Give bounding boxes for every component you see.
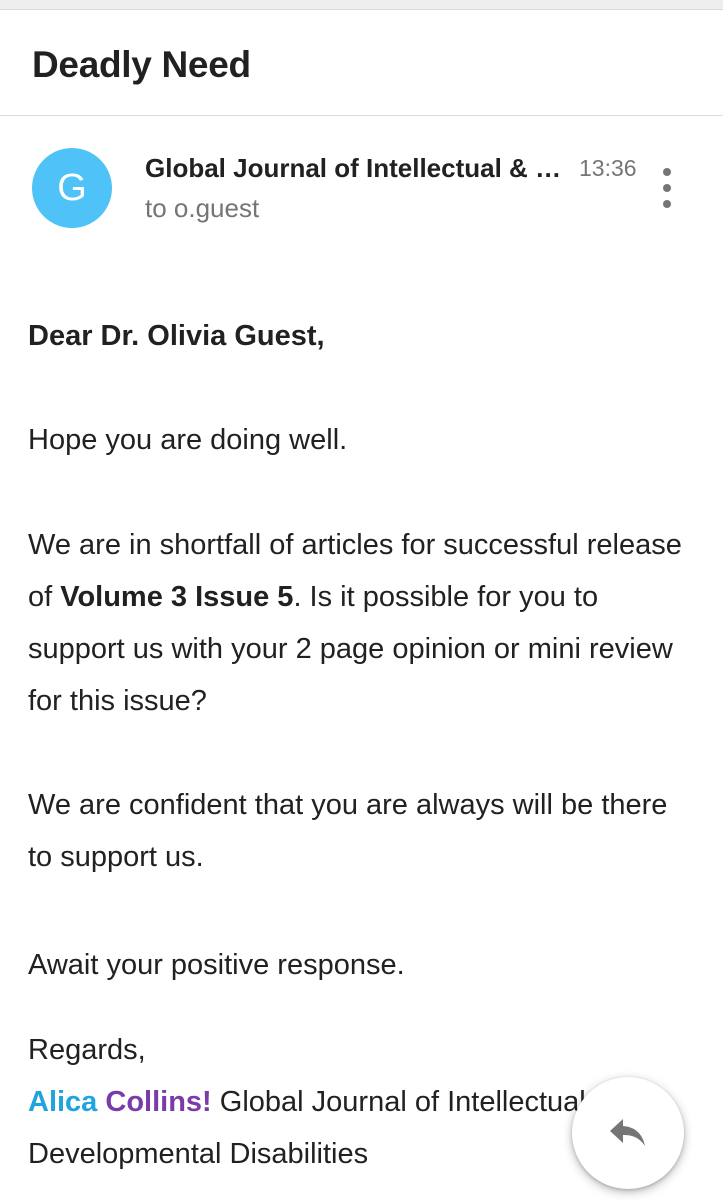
signoff: Regards, xyxy=(28,1034,146,1066)
volume-issue-bold: Volume 3 Issue 5 xyxy=(60,581,294,613)
email-paragraph: We are confident that you are always wil… xyxy=(28,789,668,873)
more-vertical-icon-dot xyxy=(663,200,671,208)
reply-button[interactable] xyxy=(572,1077,684,1189)
more-options-button[interactable] xyxy=(650,168,684,208)
email-subject: Deadly Need xyxy=(32,44,251,85)
reply-icon xyxy=(610,1119,645,1146)
more-vertical-icon xyxy=(663,168,671,176)
status-bar-shade xyxy=(0,0,723,10)
sender-name[interactable]: Global Journal of Intellectual & Develop… xyxy=(145,153,570,184)
signature-last-name: Collins! xyxy=(105,1086,212,1118)
more-vertical-icon-dot xyxy=(663,184,671,192)
email-greeting: Dear Dr. Olivia Guest, xyxy=(28,320,325,352)
email-time: 13:36 xyxy=(579,155,637,181)
sender-avatar[interactable]: G xyxy=(32,148,112,228)
recipient-details[interactable]: to o.guest xyxy=(145,193,259,224)
header-divider xyxy=(0,115,723,116)
email-paragraph: We are in shortfall of articles for succ… xyxy=(28,519,688,727)
email-paragraph: Await your positive response. xyxy=(28,949,405,981)
email-paragraph: Hope you are doing well. xyxy=(28,424,348,456)
avatar-initial: G xyxy=(57,166,87,209)
signature-first-name: Alica xyxy=(28,1086,98,1118)
